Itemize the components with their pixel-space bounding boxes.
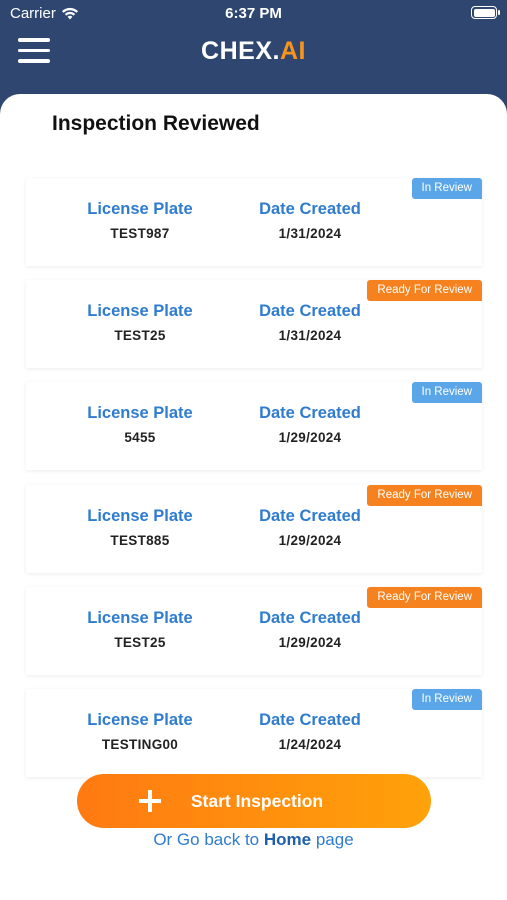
license-plate-value: TEST25 [114, 634, 166, 650]
date-created-value: 1/29/2024 [278, 532, 342, 548]
status-badge: Ready For Review [367, 280, 482, 302]
license-plate-column: License Plate 5455 [55, 404, 225, 445]
date-created-value: 1/31/2024 [278, 328, 342, 344]
clock: 6:37 PM [225, 5, 282, 22]
inspection-card[interactable]: Ready For Review License Plate TEST25 Date … [26, 586, 482, 675]
plus-icon [139, 790, 161, 812]
status-badge: In Review [411, 382, 482, 404]
logo-accent: AI [279, 37, 306, 65]
license-plate-value: 5455 [124, 430, 156, 446]
date-created-value: 1/31/2024 [278, 226, 342, 241]
date-created-column: Date Created 1/31/2024 [225, 200, 395, 241]
status-badge: In Review [411, 178, 482, 199]
app-logo: CHEX.AI [0, 37, 507, 66]
date-created-label: Date Created [259, 608, 361, 627]
status-badge: In Review [411, 689, 482, 710]
status-bar: Carrier 6:37 PM [0, 0, 507, 28]
date-created-column: Date Created 1/29/2024 [225, 404, 395, 445]
license-plate-value: TESTING00 [101, 737, 179, 752]
home-link[interactable]: Home [264, 830, 311, 849]
content-sheet: Inspection Reviewed In Review License Pla… [0, 94, 507, 900]
license-plate-label: License Plate [87, 608, 193, 627]
license-plate-column: License Plate TESTING00 [55, 711, 225, 752]
back-prefix: Or Go back to [153, 830, 260, 849]
date-created-column: Date Created 1/24/2024 [225, 711, 395, 752]
license-plate-column: License Plate TEST987 [55, 200, 225, 241]
date-created-column: Date Created 1/29/2024 [225, 609, 395, 650]
date-created-label: Date Created [259, 404, 361, 423]
license-plate-label: License Plate [87, 506, 193, 525]
license-plate-value: TEST987 [110, 226, 170, 241]
inspection-card[interactable]: In Review License Plate 5455 Date Created 1/… [26, 382, 482, 471]
license-plate-value: TEST25 [114, 328, 166, 344]
license-plate-label: License Plate [87, 302, 193, 321]
inspection-card[interactable]: In Review License Plate TESTING00 Date Crea… [26, 689, 482, 777]
back-home-text: Or Go back to Home page [0, 830, 507, 850]
date-created-label: Date Created [259, 711, 361, 729]
date-created-column: Date Created 1/29/2024 [225, 507, 395, 548]
license-plate-column: License Plate TEST885 [55, 507, 225, 548]
date-created-value: 1/24/2024 [278, 737, 342, 752]
status-badge: Ready For Review [367, 586, 482, 608]
page-title: Inspection Reviewed [52, 112, 260, 135]
license-plate-label: License Plate [87, 404, 193, 423]
start-inspection-label: Start Inspection [190, 790, 324, 811]
date-created-value: 1/29/2024 [278, 634, 342, 650]
license-plate-label: License Plate [87, 711, 193, 729]
inspection-card[interactable]: Ready For Review License Plate TEST885 Date… [26, 484, 482, 573]
inspection-card[interactable]: Ready For Review License Plate TEST25 Date … [26, 280, 482, 369]
date-created-label: Date Created [259, 506, 361, 525]
back-suffix: page [315, 830, 354, 849]
license-plate-label: License Plate [87, 200, 193, 218]
logo-main: CHEX. [201, 37, 280, 65]
date-created-label: Date Created [259, 302, 361, 321]
battery-icon [471, 6, 500, 19]
date-created-column: Date Created 1/31/2024 [225, 302, 395, 343]
license-plate-column: License Plate TEST25 [55, 609, 225, 650]
date-created-label: Date Created [259, 200, 361, 218]
license-plate-column: License Plate TEST25 [55, 302, 225, 343]
date-created-value: 1/29/2024 [278, 430, 342, 446]
start-inspection-button[interactable]: Start Inspection [77, 774, 431, 828]
inspection-card[interactable]: In Review License Plate TEST987 Date Create… [26, 178, 482, 266]
license-plate-value: TEST885 [110, 532, 170, 548]
app-header: CHEX.AI [0, 28, 507, 96]
status-badge: Ready For Review [367, 484, 482, 506]
